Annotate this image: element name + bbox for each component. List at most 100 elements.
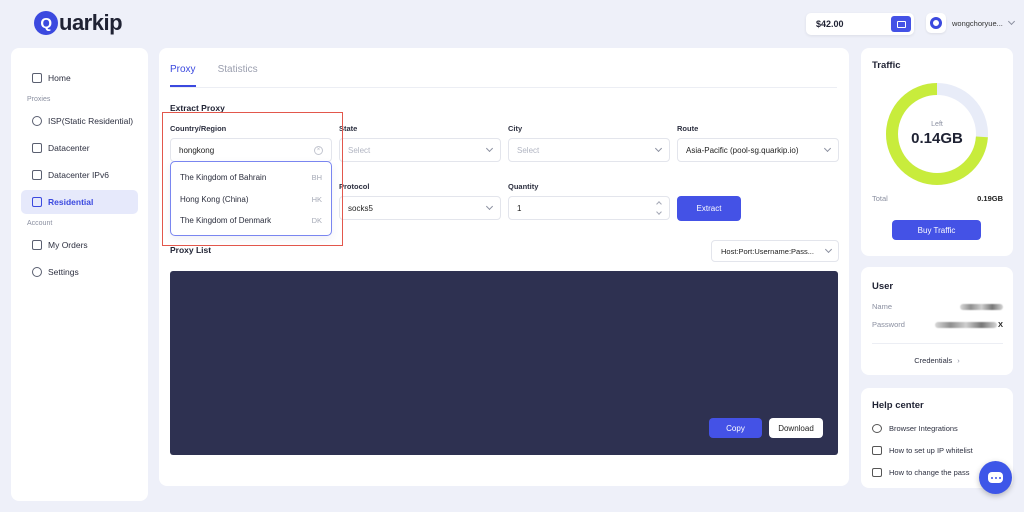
download-button[interactable]: Download: [769, 418, 823, 438]
format-value: Host:Port:Username:Pass...: [721, 246, 814, 256]
total-label: Total: [872, 194, 888, 203]
chevron-down-icon: [1007, 17, 1015, 26]
balance-box: $42.00: [806, 13, 914, 35]
divider: [170, 87, 837, 88]
username: wongchoryue...: [952, 18, 1003, 28]
highlight-annotation: [162, 112, 343, 246]
sidebar-item-my-orders[interactable]: My Orders: [21, 233, 138, 257]
password-value: X: [934, 320, 1003, 329]
quantity-stepper[interactable]: 1: [508, 196, 670, 220]
avatar: [926, 13, 946, 33]
help-item-label: How to set up IP whitelist: [889, 445, 973, 455]
chevron-down-icon: [823, 144, 832, 153]
password-redacted: [934, 321, 997, 328]
stepper-arrows[interactable]: [656, 201, 662, 215]
sidebar-item-label: Residential: [48, 197, 94, 207]
tab-proxy[interactable]: Proxy: [170, 64, 196, 87]
sidebar-item-datacenter[interactable]: Datacenter: [21, 136, 138, 160]
chevron-down-icon: [656, 209, 662, 215]
help-item-label: Browser Integrations: [889, 423, 958, 433]
avatar-icon: [930, 17, 942, 29]
chat-icon: [988, 472, 1003, 483]
help-item-whitelist[interactable]: How to set up IP whitelist: [872, 439, 1013, 461]
user-title: User: [872, 281, 894, 292]
help-item-label: How to change the pass: [889, 467, 970, 477]
logo[interactable]: Q uarkip: [34, 10, 123, 36]
state-placeholder: Select: [348, 145, 371, 155]
server-icon: [32, 143, 42, 153]
balance-amount: $42.00: [816, 19, 844, 29]
quantity-label: Quantity: [508, 182, 539, 191]
total-value: 0.19GB: [977, 194, 1003, 203]
protocol-value: socks5: [348, 203, 373, 213]
format-select[interactable]: Host:Port:Username:Pass...: [711, 240, 839, 262]
extract-button[interactable]: Extract: [677, 196, 741, 221]
wallet-icon: [896, 20, 906, 28]
logo-text: uarkip: [59, 10, 123, 35]
user-menu[interactable]: wongchoryue...: [926, 13, 1015, 33]
chevron-right-icon: ›: [957, 356, 960, 365]
chevron-down-icon: [485, 202, 494, 211]
tab-statistics[interactable]: Statistics: [218, 64, 258, 87]
route-select[interactable]: Asia-Pacific (pool-sg.quarkip.io): [677, 138, 839, 162]
sidebar-item-datacenter-ipv6[interactable]: Datacenter IPv6: [21, 163, 138, 187]
sidebar-item-label: Datacenter: [48, 143, 90, 153]
sidebar-item-label: Settings: [48, 267, 79, 277]
section-label-proxies: Proxies: [27, 96, 51, 103]
traffic-title: Traffic: [872, 60, 901, 71]
sidebar-item-label: My Orders: [48, 240, 88, 250]
route-label: Route: [677, 124, 699, 133]
lock-icon: [872, 467, 882, 477]
help-item-browser[interactable]: Browser Integrations: [872, 417, 1013, 439]
route-value: Asia-Pacific (pool-sg.quarkip.io): [686, 145, 799, 155]
divider: [872, 343, 1003, 344]
sidebar-item-home[interactable]: Home: [21, 66, 138, 90]
sidebar-item-label: Home: [48, 73, 71, 83]
user-card: User Name Password X Credentials ›: [861, 267, 1013, 375]
chevron-up-icon: [656, 201, 662, 207]
buy-traffic-button[interactable]: Buy Traffic: [892, 220, 981, 240]
logo-mark: Q: [34, 11, 58, 35]
globe-icon: [872, 423, 882, 433]
sidebar-item-settings[interactable]: Settings: [21, 260, 138, 284]
city-placeholder: Select: [517, 145, 540, 155]
name-label: Name: [872, 302, 893, 311]
sidebar-item-label: Datacenter IPv6: [48, 170, 109, 180]
name-row: Name: [872, 302, 1003, 311]
sidebar-item-label: ISP(Static Residential): [48, 116, 134, 126]
proxy-list-title: Proxy List: [170, 245, 212, 255]
help-title: Help center: [872, 400, 924, 411]
city-select[interactable]: Select: [508, 138, 670, 162]
copy-button[interactable]: Copy: [709, 418, 762, 438]
password-tail: X: [997, 320, 1003, 329]
main-panel: Proxy Statistics Extract Proxy Country/R…: [159, 48, 849, 486]
location-icon: [32, 116, 42, 126]
total-row: Total 0.19GB: [872, 194, 1003, 203]
traffic-card: Traffic Left 0.14GB Total 0.19GB Buy Tra…: [861, 48, 1013, 256]
quantity-value: 1: [517, 203, 522, 213]
home-icon: [32, 73, 42, 83]
credentials-link[interactable]: Credentials ›: [861, 356, 1013, 365]
whitelist-icon: [872, 445, 882, 455]
residential-icon: [32, 197, 42, 207]
state-select[interactable]: Select: [339, 138, 501, 162]
monitor-icon: [32, 170, 42, 180]
protocol-label: Protocol: [339, 182, 370, 191]
password-row: Password X: [872, 320, 1003, 329]
credentials-label: Credentials: [914, 356, 953, 365]
left-label: Left: [931, 121, 943, 128]
password-label: Password: [872, 320, 905, 329]
tab-bar: Proxy Statistics: [170, 64, 258, 87]
chat-support-button[interactable]: [979, 461, 1012, 494]
sidebar: Home Proxies ISP(Static Residential) Dat…: [11, 48, 148, 501]
sidebar-item-residential[interactable]: Residential: [21, 190, 138, 214]
chevron-down-icon: [654, 144, 663, 153]
sidebar-item-isp[interactable]: ISP(Static Residential): [21, 109, 138, 133]
wallet-button[interactable]: [891, 16, 911, 32]
chevron-down-icon: [485, 144, 494, 153]
protocol-select[interactable]: socks5: [339, 196, 501, 220]
orders-icon: [32, 240, 42, 250]
left-value: 0.14GB: [911, 130, 963, 147]
section-label-account: Account: [27, 220, 53, 227]
chevron-down-icon: [824, 245, 833, 254]
